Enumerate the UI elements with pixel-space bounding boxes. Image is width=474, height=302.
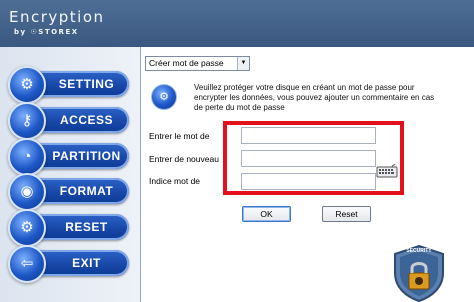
info-text: Veuillez protéger votre disque en créant… xyxy=(194,83,435,112)
main-panel: Créer mot de passe ▼ ⚙ Veuillez protéger… xyxy=(141,47,474,302)
access-label: ACCESS xyxy=(59,113,113,127)
password-label: Entrer le mot de xyxy=(149,131,210,141)
partition-label: PARTITION xyxy=(52,149,121,163)
access-button[interactable]: ⚷ ACCESS xyxy=(8,102,129,140)
reset-nav-button[interactable]: ⚙ RESET xyxy=(8,209,129,247)
gear-icon: ⚙ xyxy=(8,66,46,104)
mode-dropdown[interactable]: Créer mot de passe ▼ xyxy=(145,56,250,71)
app-header: Encryption by ☉STOREX xyxy=(0,0,474,47)
disc-icon: ◉ xyxy=(8,173,46,211)
app-logo-title: Encryption xyxy=(9,8,105,26)
chevron-down-icon[interactable]: ▼ xyxy=(237,57,249,70)
reset-button[interactable]: Reset xyxy=(322,206,371,222)
partition-icon: ◔ xyxy=(8,138,46,176)
ok-button[interactable]: OK xyxy=(242,206,291,222)
key-icon: ⚷ xyxy=(8,102,46,140)
setting-label: SETTING xyxy=(58,77,115,91)
badge-text: SECURITY xyxy=(406,248,432,254)
sidebar: ⚙ SETTING ⚷ ACCESS ◔ PARTITION ◉ FORMAT … xyxy=(0,47,141,302)
format-label: FORMAT xyxy=(59,184,114,198)
partition-button[interactable]: ◔ PARTITION xyxy=(8,138,129,176)
app-logo-brand: by ☉STOREX xyxy=(14,28,79,36)
setting-button[interactable]: ⚙ SETTING xyxy=(8,66,129,104)
exit-label: EXIT xyxy=(72,256,101,270)
highlight-box xyxy=(223,121,404,195)
reset-nav-label: RESET xyxy=(65,220,108,234)
security-shield-icon: SECURITY xyxy=(394,244,444,302)
exit-button[interactable]: ⇦ EXIT xyxy=(8,245,129,283)
confirm-password-label: Entrer de nouveau xyxy=(149,154,219,164)
format-button[interactable]: ◉ FORMAT xyxy=(8,173,129,211)
hint-label: Indice mot de xyxy=(149,176,201,186)
exit-door-icon: ⇦ xyxy=(8,245,46,283)
reset-gear-icon: ⚙ xyxy=(8,209,46,247)
keyboard-icon[interactable] xyxy=(376,164,398,178)
info-gear-icon: ⚙ xyxy=(151,84,177,110)
mode-dropdown-value: Créer mot de passe xyxy=(149,58,224,68)
